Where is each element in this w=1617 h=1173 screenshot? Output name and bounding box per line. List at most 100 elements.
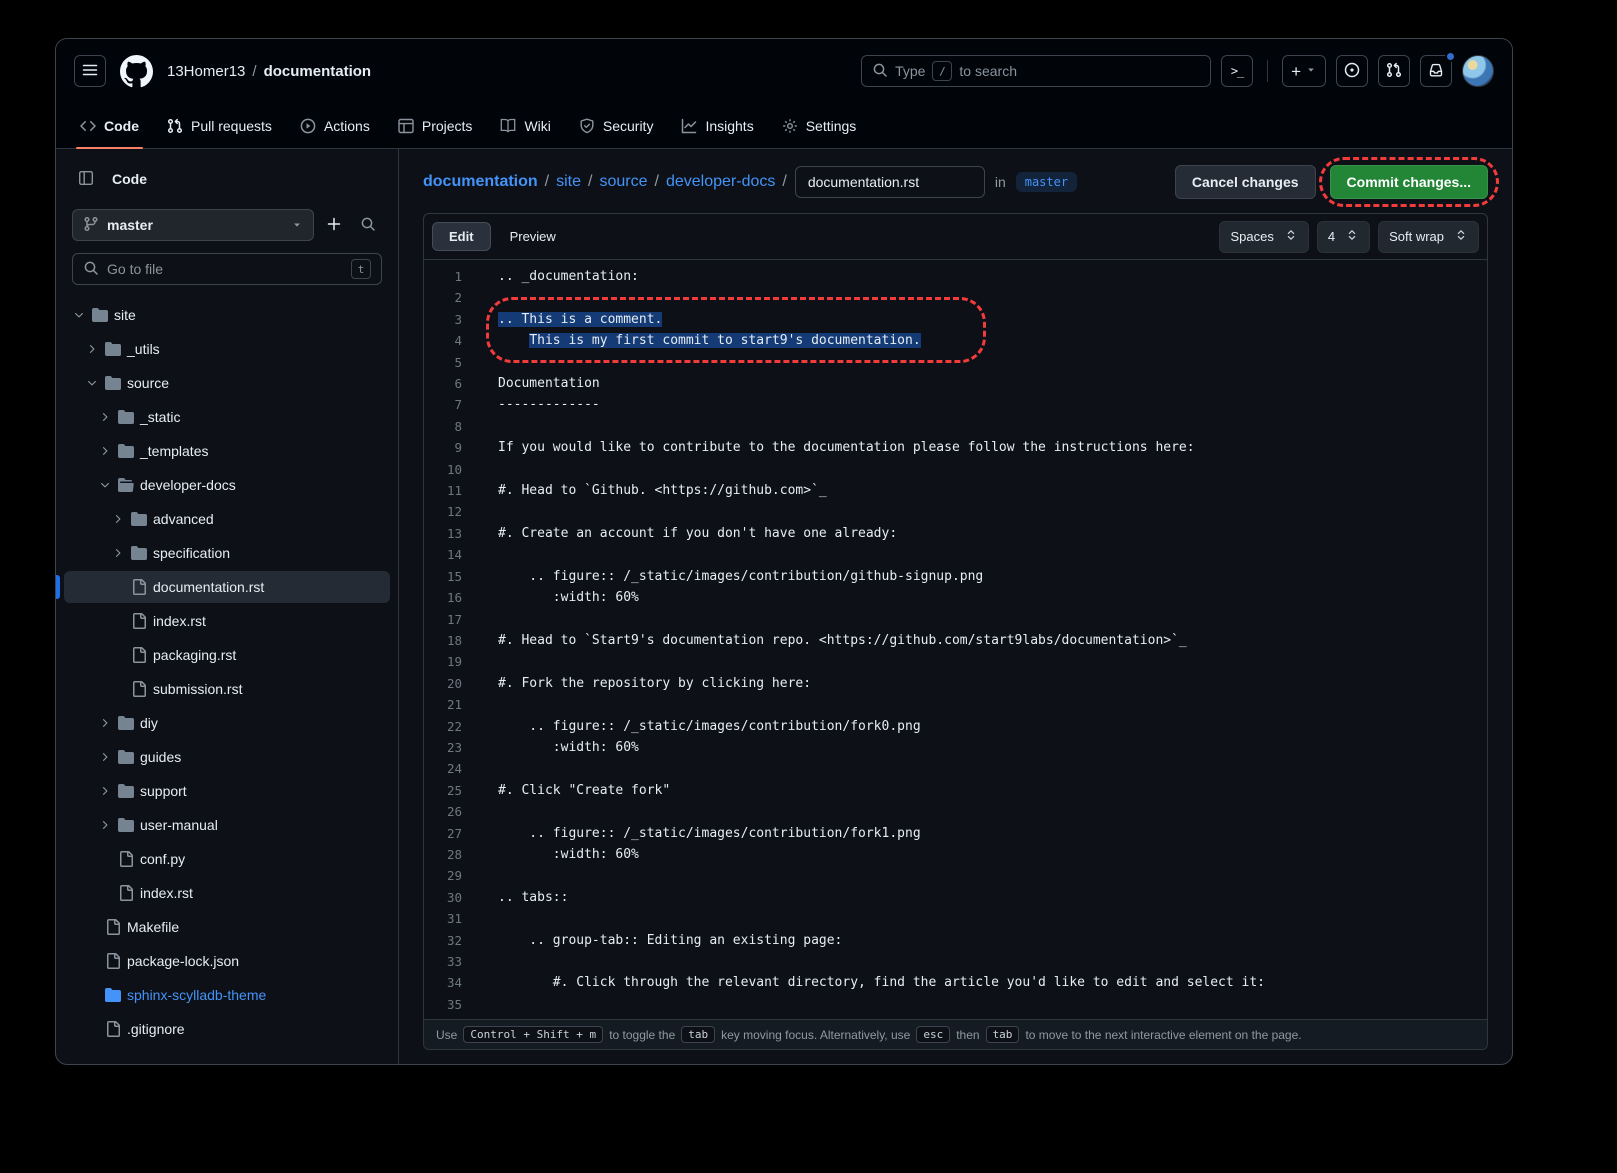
chevron-down-icon[interactable] [72,309,86,321]
code-line-1[interactable]: 1.. _documentation: [424,266,1487,287]
tree-item-advanced[interactable]: advanced [64,503,390,535]
hamburger-menu-button[interactable] [74,55,106,87]
tab-settings[interactable]: Settings [768,103,871,148]
filename-input[interactable]: documentation.rst [795,166,985,198]
tree-item-.gitignore[interactable]: .gitignore [64,1013,390,1045]
collapse-sidebar-button[interactable] [72,165,100,193]
tab-edit[interactable]: Edit [432,222,491,251]
code-line-12[interactable]: 12 [424,501,1487,522]
tree-item-diy[interactable]: diy [64,707,390,739]
tree-item-package-lock.json[interactable]: package-lock.json [64,945,390,977]
code-line-5[interactable]: 5 [424,352,1487,373]
code-line-21[interactable]: 21 [424,694,1487,715]
code-line-34[interactable]: 34 #. Click through the relevant directo… [424,972,1487,993]
code-line-6[interactable]: 6Documentation [424,373,1487,394]
tree-item-developer-docs[interactable]: developer-docs [64,469,390,501]
code-line-18[interactable]: 18#. Head to `Start9's documentation rep… [424,630,1487,651]
chevron-down-icon[interactable] [98,479,112,491]
tab-wiki[interactable]: Wiki [486,103,564,148]
code-line-16[interactable]: 16 :width: 60% [424,587,1487,608]
chevron-right-icon[interactable] [98,785,112,797]
chevron-right-icon[interactable] [98,445,112,457]
pull-requests-button[interactable] [1378,55,1410,87]
code-line-3[interactable]: 3.. This is a comment. [424,309,1487,330]
tree-item-support[interactable]: support [64,775,390,807]
search-input[interactable]: Type / to search [861,55,1211,87]
search-tree-button[interactable] [354,211,382,239]
tree-item-specification[interactable]: specification [64,537,390,569]
chevron-right-icon[interactable] [98,411,112,423]
tab-actions[interactable]: Actions [286,103,384,148]
wrap-mode-select[interactable]: Soft wrap [1378,221,1479,253]
code-line-8[interactable]: 8 [424,416,1487,437]
path-segment-documentation[interactable]: documentation [423,173,538,191]
tab-preview[interactable]: Preview [493,222,573,251]
code-line-10[interactable]: 10 [424,459,1487,480]
github-logo-icon[interactable] [120,55,153,88]
code-line-27[interactable]: 27 .. figure:: /_static/images/contribut… [424,823,1487,844]
new-file-button[interactable] [320,211,348,239]
cancel-changes-button[interactable]: Cancel changes [1175,165,1316,199]
path-segment-site[interactable]: site [556,173,581,191]
tree-item-makefile[interactable]: Makefile [64,911,390,943]
code-line-35[interactable]: 35 [424,994,1487,1015]
code-editor[interactable]: 1.. _documentation:23.. This is a commen… [424,260,1487,1019]
chevron-right-icon[interactable] [111,513,125,525]
code-line-23[interactable]: 23 :width: 60% [424,737,1487,758]
tree-item-user-manual[interactable]: user-manual [64,809,390,841]
tab-insights[interactable]: Insights [667,103,767,148]
command-palette-button[interactable]: >_ [1221,55,1253,87]
issues-button[interactable] [1336,55,1368,87]
tree-item-documentation.rst[interactable]: documentation.rst [64,571,390,603]
tree-item-_templates[interactable]: _templates [64,435,390,467]
tree-item-index.rst[interactable]: index.rst [64,877,390,909]
tree-item-_utils[interactable]: _utils [64,333,390,365]
code-line-17[interactable]: 17 [424,609,1487,630]
indent-mode-select[interactable]: Spaces [1219,221,1308,253]
tab-pull-requests[interactable]: Pull requests [153,103,286,148]
tree-item-_static[interactable]: _static [64,401,390,433]
commit-changes-button[interactable]: Commit changes... [1330,165,1488,199]
tab-projects[interactable]: Projects [384,103,487,148]
code-line-19[interactable]: 19 [424,651,1487,672]
branch-selector[interactable]: master [72,209,314,241]
create-new-button[interactable]: + [1282,55,1326,87]
chevron-right-icon[interactable] [98,717,112,729]
tree-item-guides[interactable]: guides [64,741,390,773]
tree-item-site[interactable]: site [64,299,390,331]
tab-security[interactable]: Security [565,103,668,148]
avatar[interactable] [1462,55,1494,87]
code-line-24[interactable]: 24 [424,758,1487,779]
tree-item-index.rst[interactable]: index.rst [64,605,390,637]
code-line-28[interactable]: 28 :width: 60% [424,844,1487,865]
code-line-30[interactable]: 30.. tabs:: [424,887,1487,908]
breadcrumb-owner[interactable]: 13Homer13 [167,63,245,80]
code-line-25[interactable]: 25#. Click "Create fork" [424,780,1487,801]
tree-item-submission.rst[interactable]: submission.rst [64,673,390,705]
code-line-13[interactable]: 13#. Create an account if you don't have… [424,523,1487,544]
code-line-11[interactable]: 11#. Head to `Github. <https://github.co… [424,480,1487,501]
code-line-26[interactable]: 26 [424,801,1487,822]
code-line-36[interactable]: 36 .. figure:: /_static/images/contribut… [424,1015,1487,1019]
tree-item-sphinx-scylladb-theme[interactable]: sphinx-scylladb-theme [64,979,390,1011]
code-line-22[interactable]: 22 .. figure:: /_static/images/contribut… [424,716,1487,737]
path-segment-source[interactable]: source [599,173,647,191]
indent-size-select[interactable]: 4 [1317,221,1370,253]
chevron-right-icon[interactable] [85,343,99,355]
chevron-right-icon[interactable] [98,751,112,763]
code-line-15[interactable]: 15 .. figure:: /_static/images/contribut… [424,566,1487,587]
chevron-right-icon[interactable] [111,547,125,559]
code-line-32[interactable]: 32 .. group-tab:: Editing an existing pa… [424,930,1487,951]
go-to-file-input[interactable]: Go to file t [72,253,382,285]
tab-code[interactable]: Code [66,103,153,148]
chevron-down-icon[interactable] [85,377,99,389]
code-line-14[interactable]: 14 [424,544,1487,565]
code-line-9[interactable]: 9If you would like to contribute to the … [424,437,1487,458]
chevron-right-icon[interactable] [98,819,112,831]
code-line-7[interactable]: 7------------- [424,394,1487,415]
code-line-2[interactable]: 2 [424,287,1487,308]
code-line-4[interactable]: 4 This is my first commit to start9's do… [424,330,1487,351]
path-segment-developer-docs[interactable]: developer-docs [666,173,775,191]
code-line-31[interactable]: 31 [424,908,1487,929]
tree-item-packaging.rst[interactable]: packaging.rst [64,639,390,671]
